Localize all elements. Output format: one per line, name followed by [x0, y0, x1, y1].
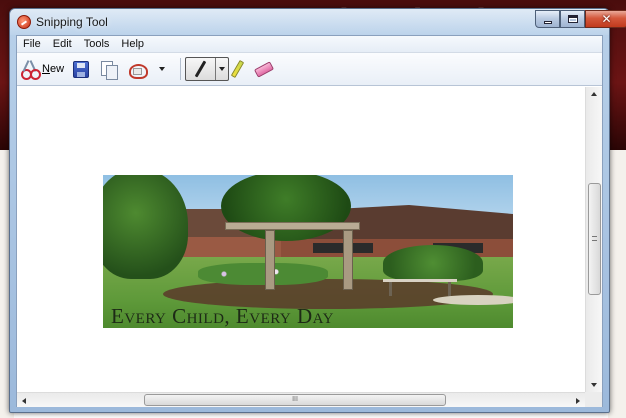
scroll-grip-icon	[592, 236, 597, 241]
highlighter-button[interactable]	[230, 58, 245, 80]
close-icon: ✕	[601, 12, 612, 26]
send-snip-icon	[127, 60, 148, 79]
client-area: File Edit Tools Help New Every Child, Ev…	[16, 35, 603, 407]
toolbar: New	[17, 53, 602, 86]
caption-buttons: ✕	[535, 10, 626, 28]
scroll-right-icon[interactable]	[576, 398, 580, 404]
menu-tools[interactable]: Tools	[78, 38, 116, 50]
pen-dropdown[interactable]	[216, 58, 228, 80]
pen-tool-group	[185, 57, 229, 81]
scroll-down-icon[interactable]	[591, 383, 597, 387]
maximize-button[interactable]	[560, 10, 585, 28]
menu-edit[interactable]: Edit	[47, 38, 78, 50]
scissors-icon	[21, 60, 41, 80]
chevron-down-icon	[219, 67, 225, 71]
background-right-strip	[608, 150, 626, 418]
scroll-left-icon[interactable]	[22, 398, 26, 404]
copy-button[interactable]	[101, 58, 118, 80]
new-snip-button[interactable]: New	[21, 58, 64, 80]
snipping-tool-window: Snipping Tool ✕ File Edit Tools Help New	[9, 8, 626, 413]
send-snip-dropdown[interactable]	[159, 58, 165, 80]
toolbar-separator	[180, 58, 181, 80]
horizontal-scroll-thumb[interactable]: III	[144, 394, 446, 406]
captured-snip-image: Every Child, Every Day	[103, 175, 513, 328]
vertical-scroll-thumb[interactable]	[588, 183, 601, 295]
scroll-up-icon[interactable]	[591, 92, 597, 96]
pen-button[interactable]	[186, 58, 216, 80]
window-title: Snipping Tool	[36, 15, 108, 29]
horizontal-scrollbar[interactable]: III	[17, 392, 585, 407]
new-snip-label: New	[42, 63, 65, 75]
minimize-icon	[543, 20, 552, 24]
copy-icon	[101, 60, 118, 80]
save-icon	[73, 60, 89, 78]
pen-icon	[194, 60, 207, 78]
minimize-button[interactable]	[535, 10, 560, 28]
menu-bar: File Edit Tools Help	[17, 36, 602, 53]
snipping-tool-app-icon	[17, 15, 31, 29]
menu-file[interactable]: File	[17, 38, 47, 50]
title-bar[interactable]: Snipping Tool ✕	[10, 9, 626, 35]
send-snip-button[interactable]	[127, 58, 148, 80]
save-snip-button[interactable]	[73, 58, 89, 80]
eraser-icon	[253, 60, 275, 78]
close-button[interactable]: ✕	[585, 10, 626, 28]
snip-canvas[interactable]: Every Child, Every Day	[17, 87, 602, 392]
highlighter-icon	[230, 59, 245, 79]
eraser-button[interactable]	[253, 58, 275, 80]
vertical-scrollbar[interactable]	[585, 87, 602, 392]
menu-help[interactable]: Help	[115, 38, 150, 50]
scrollbar-corner	[585, 392, 602, 407]
snip-caption: Every Child, Every Day	[111, 304, 334, 328]
chevron-down-icon	[159, 67, 165, 71]
maximize-icon	[567, 15, 578, 23]
